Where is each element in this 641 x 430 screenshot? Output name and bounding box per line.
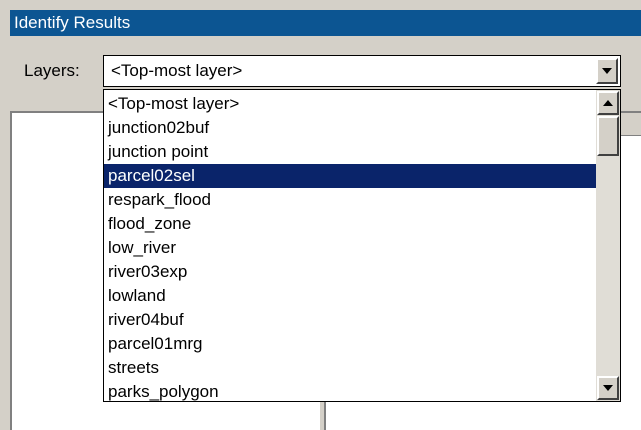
layer-option[interactable]: flood_zone bbox=[104, 212, 596, 236]
layer-option[interactable]: junction02buf bbox=[104, 116, 596, 140]
combobox-dropdown-button[interactable] bbox=[596, 58, 618, 84]
scrollbar-thumb[interactable] bbox=[597, 116, 619, 156]
chevron-down-icon bbox=[603, 385, 613, 391]
layer-option-selected[interactable]: parcel02sel bbox=[104, 164, 596, 188]
layer-option[interactable]: parcel01mrg bbox=[104, 332, 596, 356]
layer-option[interactable]: river04buf bbox=[104, 308, 596, 332]
layer-option[interactable]: junction point bbox=[104, 140, 596, 164]
scroll-up-button[interactable] bbox=[597, 91, 619, 115]
layers-dropdown-list[interactable]: <Top-most layer> junction02buf junction … bbox=[103, 89, 621, 402]
layers-combobox-value: <Top-most layer> bbox=[111, 61, 243, 80]
chevron-down-icon bbox=[602, 68, 612, 74]
dropdown-scrollbar[interactable] bbox=[596, 90, 620, 401]
layers-label: Layers: bbox=[24, 61, 80, 80]
chevron-up-icon bbox=[603, 100, 613, 106]
scroll-down-button[interactable] bbox=[597, 376, 619, 400]
layers-combobox[interactable]: <Top-most layer> bbox=[103, 55, 621, 87]
layer-option[interactable]: lowland bbox=[104, 284, 596, 308]
layer-option[interactable]: respark_flood bbox=[104, 188, 596, 212]
window-title: Identify Results bbox=[10, 10, 641, 36]
layer-option[interactable]: <Top-most layer> bbox=[104, 92, 596, 116]
layer-option[interactable]: river03exp bbox=[104, 260, 596, 284]
layer-option[interactable]: low_river bbox=[104, 236, 596, 260]
identify-results-window: Identify Results Layers: <Top-most layer… bbox=[0, 0, 641, 430]
layer-option[interactable]: parks_polygon bbox=[104, 380, 596, 404]
layer-option[interactable]: streets bbox=[104, 356, 596, 380]
